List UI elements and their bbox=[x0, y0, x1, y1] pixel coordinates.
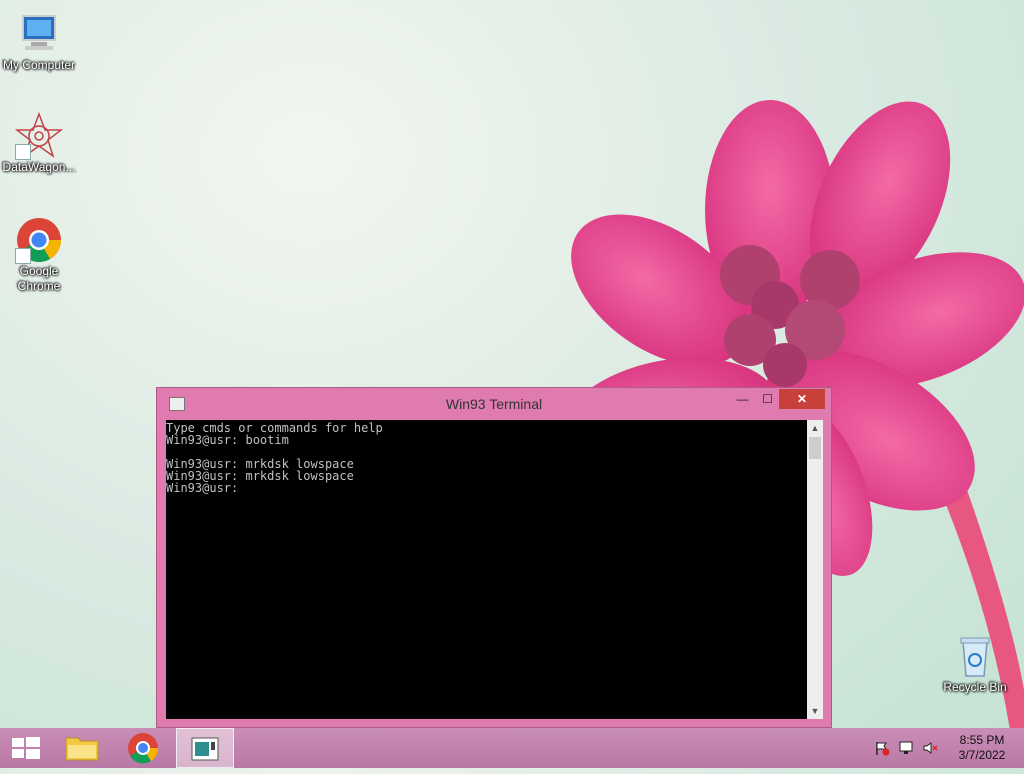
console-line: Win93@usr: mrkdsk lowspace bbox=[166, 469, 354, 483]
shortcut-arrow-icon bbox=[15, 144, 31, 160]
clock-time: 8:55 PM bbox=[959, 733, 1005, 747]
network-icon[interactable] bbox=[898, 740, 914, 756]
action-center-flag-icon[interactable] bbox=[874, 740, 890, 756]
chrome-icon bbox=[128, 733, 159, 764]
desktop-icon-my-computer[interactable]: My Computer bbox=[0, 10, 78, 73]
desktop-icon-label: Google Chrome bbox=[17, 264, 61, 293]
console-prompt-line[interactable]: Win93@usr: bbox=[166, 482, 807, 494]
desktop-icon-label: Recycle Bin bbox=[943, 680, 1007, 694]
maximize-button[interactable]: ☐ bbox=[754, 389, 781, 409]
scroll-up-arrow-icon[interactable]: ▲ bbox=[807, 420, 823, 436]
terminal-icon bbox=[191, 737, 219, 761]
clock-date: 3/7/2022 bbox=[958, 748, 1006, 762]
close-button[interactable]: ✕ bbox=[779, 389, 825, 409]
windows-logo-icon bbox=[12, 737, 40, 759]
volume-muted-icon[interactable] bbox=[922, 740, 938, 756]
taskbar-chrome[interactable] bbox=[115, 728, 171, 768]
desktop-icon-recycle-bin[interactable]: Recycle Bin bbox=[936, 632, 1014, 695]
console-line: Win93@usr: bootim bbox=[166, 433, 289, 447]
start-button[interactable] bbox=[0, 728, 56, 768]
folder-icon bbox=[65, 737, 99, 761]
terminal-console[interactable]: Type cmds or commands for help Win93@usr:… bbox=[166, 420, 807, 719]
desktop-icon-label: DataWagon... bbox=[2, 160, 76, 174]
taskbar: 8:55 PM 3/7/2022 bbox=[0, 728, 1024, 768]
taskbar-file-explorer[interactable] bbox=[54, 728, 110, 768]
taskbar-clock[interactable]: 8:55 PM 3/7/2022 bbox=[952, 733, 1012, 763]
datawagon-icon bbox=[14, 111, 64, 160]
desktop-icon-datawagon[interactable]: DataWagon... bbox=[0, 111, 78, 175]
taskbar-terminal[interactable] bbox=[176, 728, 234, 768]
window-titlebar[interactable]: Win93 Terminal — ☐ ✕ bbox=[157, 388, 831, 419]
recycle-bin-icon bbox=[951, 632, 999, 680]
scroll-thumb[interactable] bbox=[809, 437, 821, 459]
chrome-icon bbox=[15, 216, 63, 264]
computer-icon bbox=[15, 10, 63, 58]
scroll-down-arrow-icon[interactable]: ▼ bbox=[807, 703, 823, 719]
desktop-icon-label: My Computer bbox=[2, 58, 76, 72]
minimize-button[interactable]: — bbox=[729, 389, 756, 409]
shortcut-arrow-icon bbox=[15, 248, 31, 264]
desktop-icon-google-chrome[interactable]: Google Chrome bbox=[0, 216, 78, 294]
terminal-window[interactable]: Win93 Terminal — ☐ ✕ Type cmds or comman… bbox=[156, 387, 832, 728]
vertical-scrollbar[interactable]: ▲ ▼ bbox=[807, 420, 823, 719]
